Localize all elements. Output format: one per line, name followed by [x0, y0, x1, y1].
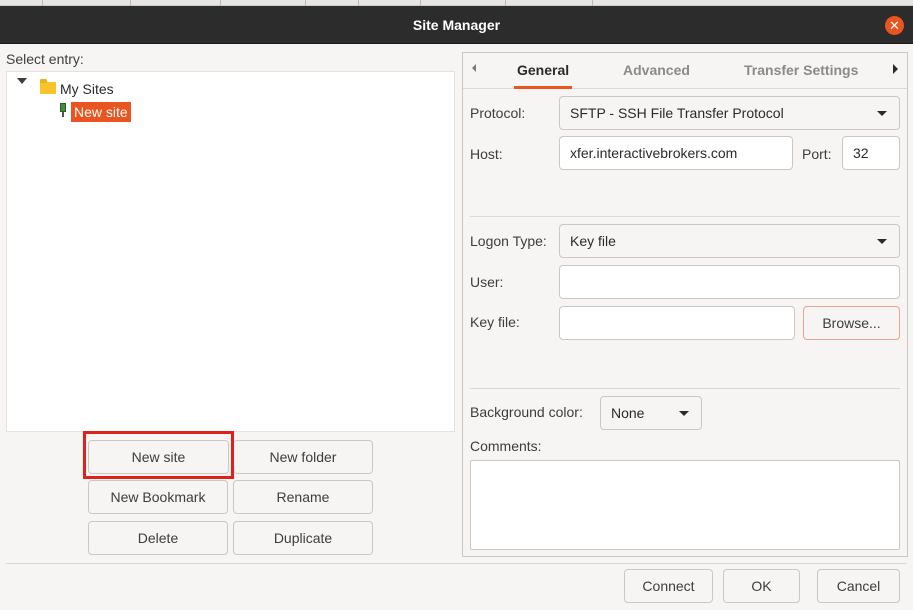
new-folder-button[interactable]: New folder: [233, 440, 373, 474]
comments-textarea[interactable]: [470, 460, 900, 550]
delete-button[interactable]: Delete: [88, 521, 228, 555]
tab-scroll-right-icon[interactable]: [893, 64, 898, 74]
chevron-down-icon: [679, 411, 689, 416]
tab-advanced[interactable]: Advanced: [623, 53, 690, 89]
cancel-button[interactable]: Cancel: [817, 569, 900, 603]
user-input[interactable]: [559, 265, 900, 299]
chevron-down-icon: [877, 111, 887, 116]
protocol-select[interactable]: SFTP - SSH File Transfer Protocol: [559, 96, 900, 130]
key-file-label: Key file:: [470, 314, 520, 330]
divider: [470, 216, 900, 217]
window-title: Site Manager: [412, 17, 501, 33]
duplicate-button[interactable]: Duplicate: [233, 521, 373, 555]
ok-button[interactable]: OK: [723, 569, 800, 603]
tree-root-my-sites[interactable]: My Sites: [60, 79, 114, 99]
protocol-label: Protocol:: [470, 105, 526, 121]
tab-bar: General Advanced Transfer Settings: [463, 53, 907, 89]
annotation-highlight-box: [83, 431, 234, 479]
tab-transfer-settings[interactable]: Transfer Settings: [744, 53, 858, 89]
user-label: User:: [470, 274, 504, 290]
logon-type-select[interactable]: Key file: [559, 224, 900, 258]
host-label: Host:: [470, 146, 503, 162]
browse-button[interactable]: Browse...: [803, 306, 900, 340]
background-color-value: None: [611, 405, 645, 421]
site-settings-panel: General Advanced Transfer Settings Proto…: [462, 52, 908, 557]
folder-icon: [40, 79, 56, 94]
tab-scroll-left-icon[interactable]: [472, 64, 476, 72]
port-input[interactable]: 32: [842, 136, 900, 170]
site-tree[interactable]: My Sites New site: [6, 71, 455, 432]
chevron-down-icon: [877, 239, 887, 244]
protocol-value: SFTP - SSH File Transfer Protocol: [570, 105, 784, 121]
background-color-label: Background color:: [470, 404, 583, 420]
background-color-select[interactable]: None: [600, 396, 702, 430]
logon-type-label: Logon Type:: [470, 233, 547, 249]
rename-button[interactable]: Rename: [233, 480, 373, 514]
logon-type-value: Key file: [570, 233, 616, 249]
chevron-down-icon[interactable]: [17, 78, 27, 84]
select-entry-label: Select entry:: [6, 51, 84, 67]
key-file-input[interactable]: [559, 306, 795, 340]
divider: [470, 388, 900, 389]
tab-general[interactable]: General: [513, 53, 573, 89]
close-icon[interactable]: ✕: [885, 16, 904, 35]
comments-label: Comments:: [470, 438, 542, 454]
tree-item-new-site[interactable]: New site: [71, 102, 131, 122]
new-bookmark-button[interactable]: New Bookmark: [88, 480, 228, 514]
port-label: Port:: [802, 146, 832, 162]
host-input[interactable]: xfer.interactivebrokers.com: [559, 136, 793, 170]
title-bar: Site Manager ✕: [0, 6, 913, 44]
connect-button[interactable]: Connect: [624, 569, 713, 603]
footer-divider: [6, 563, 907, 564]
server-icon: [59, 103, 67, 117]
